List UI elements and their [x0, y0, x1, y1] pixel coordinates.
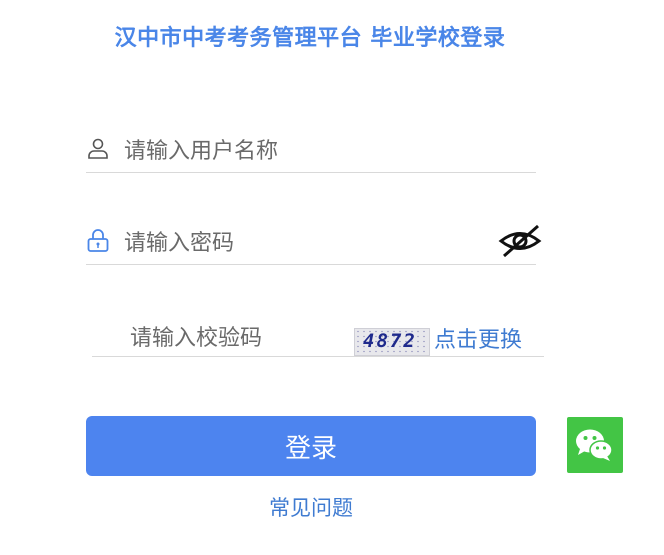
password-input[interactable] — [122, 224, 486, 262]
user-icon — [86, 136, 110, 160]
password-field — [86, 224, 542, 265]
page-title: 汉中市中考考务管理平台 毕业学校登录 — [114, 26, 506, 51]
refresh-captcha-link[interactable]: 点击更换 — [434, 322, 522, 354]
captcha-field: 4872 点击更换 — [92, 316, 544, 357]
lock-icon — [86, 228, 110, 252]
captcha-code: 4872 — [363, 330, 417, 352]
eye-slash-icon[interactable] — [498, 222, 542, 260]
wechat-button[interactable] — [567, 417, 623, 473]
wechat-icon — [576, 429, 613, 461]
username-field — [86, 132, 536, 173]
username-input[interactable] — [122, 132, 486, 170]
login-button[interactable]: 登录 — [86, 416, 536, 476]
faq-link[interactable]: 常见问题 — [86, 492, 536, 522]
captcha-input[interactable] — [128, 320, 352, 356]
captcha-image[interactable]: 4872 — [354, 328, 430, 356]
